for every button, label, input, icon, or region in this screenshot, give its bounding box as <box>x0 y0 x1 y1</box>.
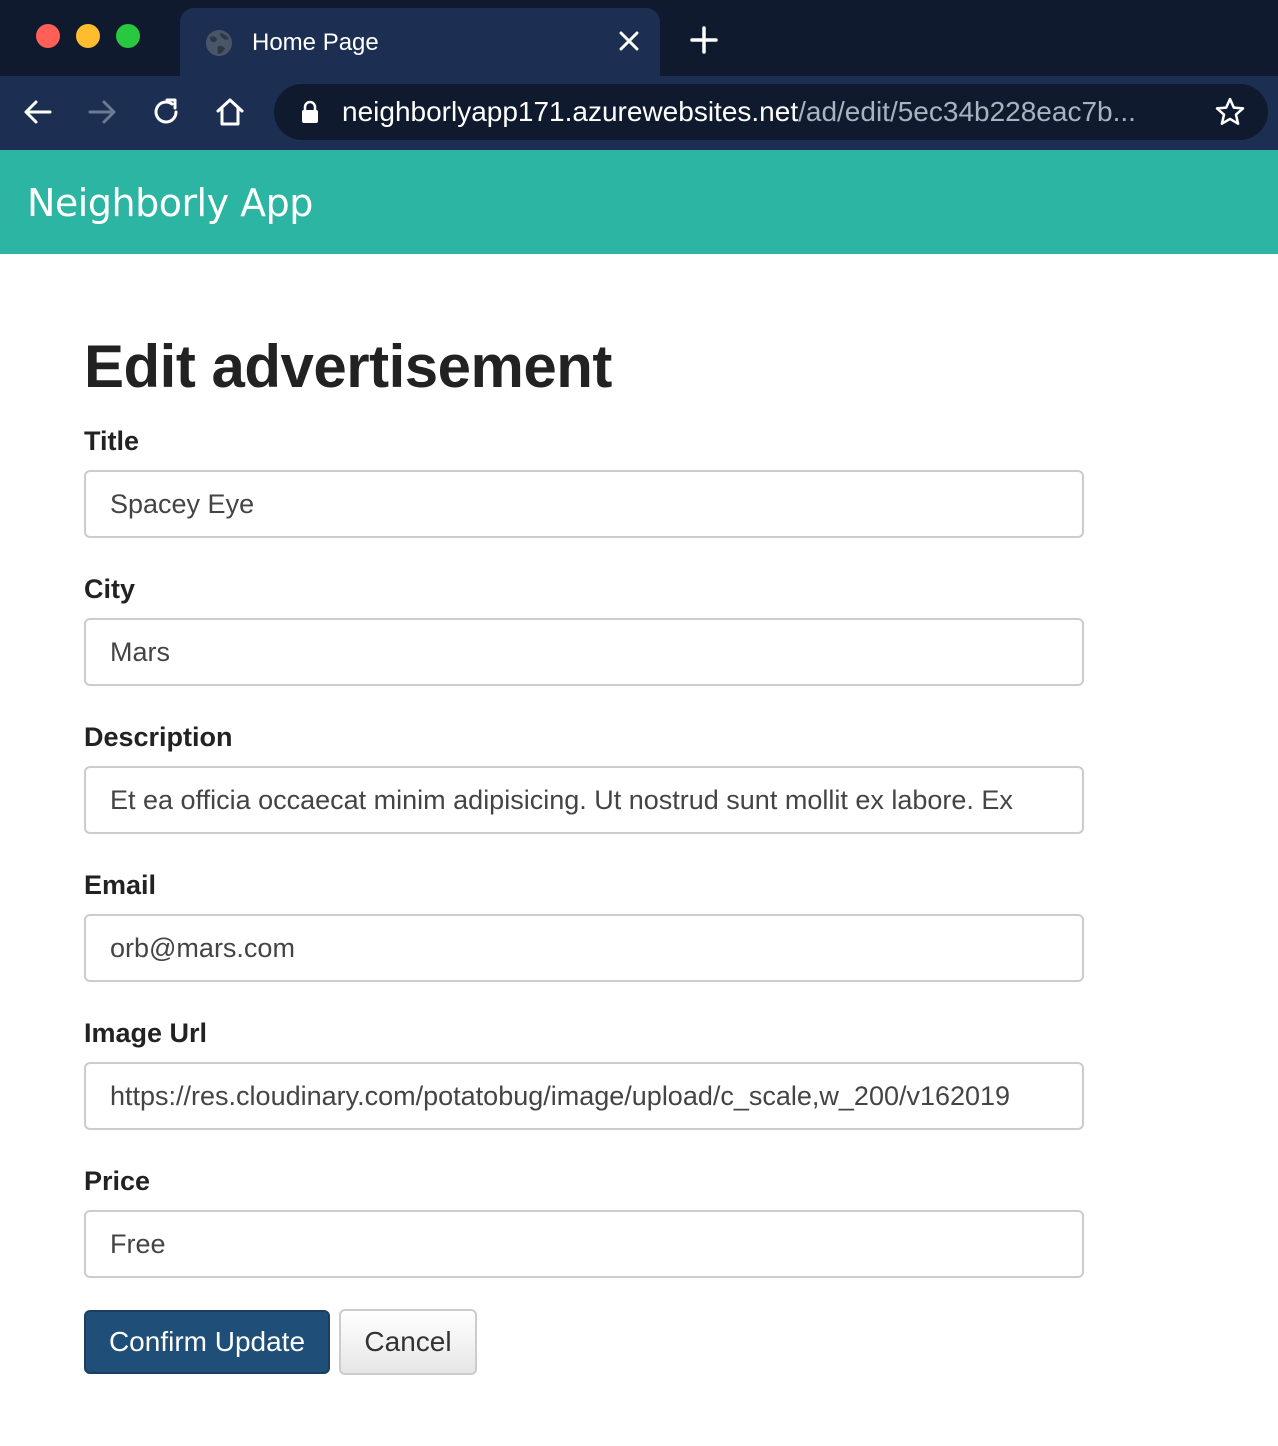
price-label: Price <box>84 1166 151 1196</box>
image-url-input[interactable]: https://res.cloudinary.com/potatobug/ima… <box>84 1062 1084 1130</box>
close-window-button[interactable] <box>36 24 60 48</box>
globe-icon <box>206 30 232 56</box>
close-icon[interactable] <box>614 26 644 56</box>
price-input[interactable]: Free <box>84 1210 1084 1278</box>
minimize-window-button[interactable] <box>76 24 100 48</box>
city-input[interactable]: Mars <box>84 618 1084 686</box>
title-input[interactable]: Spacey Eye <box>84 470 1084 538</box>
address-bar[interactable]: neighborlyapp171.azurewebsites.net/ad/ed… <box>274 84 1268 140</box>
back-arrow-icon[interactable] <box>20 94 56 130</box>
description-input[interactable]: Et ea officia occaecat minim adipisicing… <box>84 766 1084 834</box>
browser-toolbar: neighborlyapp171.azurewebsites.net/ad/ed… <box>0 76 1278 150</box>
image-url-label: Image Url <box>84 1018 208 1048</box>
url-path: /ad/edit/5ec34b228eac7b... <box>798 97 1136 127</box>
email-label: Email <box>84 870 157 900</box>
url-text[interactable]: neighborlyapp171.azurewebsites.net/ad/ed… <box>342 97 1188 127</box>
description-label: Description <box>84 722 233 752</box>
confirm-update-button[interactable]: Confirm Update <box>84 1310 330 1374</box>
reload-icon[interactable] <box>148 94 184 130</box>
maximize-window-button[interactable] <box>116 24 140 48</box>
cancel-button[interactable]: Cancel <box>339 1309 477 1375</box>
app-brand-link[interactable]: Neighborly App <box>27 180 313 226</box>
plus-icon[interactable] <box>688 24 720 56</box>
forward-arrow-icon[interactable] <box>84 94 120 130</box>
page-title: Edit advertisement <box>84 333 612 400</box>
home-icon[interactable] <box>212 94 248 130</box>
city-label: City <box>84 574 136 604</box>
app-navbar: Neighborly App <box>0 150 1278 254</box>
title-label: Title <box>84 426 140 456</box>
browser-tab-bar: Home Page <box>0 0 1278 76</box>
url-host: neighborlyapp171.azurewebsites.net <box>342 97 799 127</box>
email-input[interactable]: orb@mars.com <box>84 914 1084 982</box>
tab-title: Home Page <box>252 29 379 56</box>
browser-tab-active[interactable]: Home Page <box>180 8 660 76</box>
lock-icon <box>302 100 318 123</box>
star-icon[interactable] <box>1214 96 1246 128</box>
